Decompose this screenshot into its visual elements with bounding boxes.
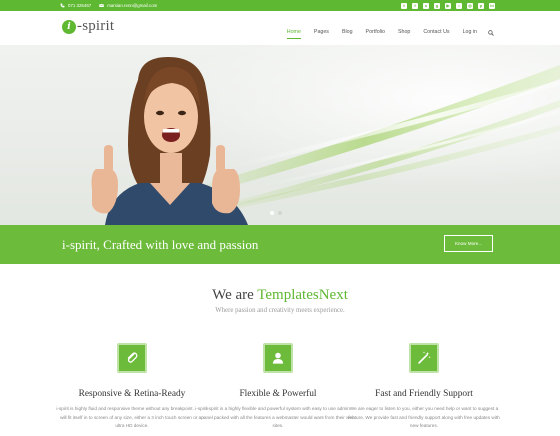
- nav-item-pages[interactable]: Pages: [314, 29, 329, 35]
- page: 071 325467 marsian.renn@gmail.com t f s …: [0, 0, 560, 436]
- nav-item-shop[interactable]: Shop: [398, 29, 410, 35]
- feature-title: Fast and Friendly Support: [375, 389, 473, 399]
- flickr-icon[interactable]: •: [456, 2, 462, 9]
- slider-dot-2[interactable]: [278, 211, 282, 215]
- social-links: t f s g ▶ • ◎ p in: [396, 2, 495, 9]
- google-plus-icon[interactable]: g: [434, 2, 440, 9]
- slider-dots: [268, 211, 284, 215]
- intro-title-prefix: We are: [212, 287, 258, 303]
- feature-description: i-spirit is highly fluid and responsive …: [56, 406, 208, 429]
- nav-item-contact-us[interactable]: Contact Us: [423, 29, 449, 35]
- intro-subtitle: Where passion and creativity meets exper…: [215, 307, 345, 314]
- envelope-icon: [99, 3, 105, 7]
- intro-title-brand: TemplatesNext: [257, 287, 348, 303]
- linkedin-icon[interactable]: in: [489, 2, 495, 9]
- intro-title: We are TemplatesNext: [0, 287, 560, 304]
- youtube-icon[interactable]: ▶: [445, 2, 451, 9]
- nav-item-blog[interactable]: Blog: [342, 29, 353, 35]
- user-icon: [272, 352, 284, 364]
- top-bar: 071 325467 marsian.renn@gmail.com t f s …: [0, 0, 560, 11]
- nav-item-portfolio[interactable]: Portfolio: [366, 29, 385, 35]
- search-icon: [488, 30, 494, 36]
- tagline-text: i-spirit, Crafted with love and passion: [62, 237, 259, 252]
- email-contact[interactable]: marsian.renn@gmail.com: [99, 3, 157, 8]
- feature-responsive: Responsive & Retina-Ready i-spirit is hi…: [52, 343, 212, 431]
- feature-description: We are eager to listen to you, either yo…: [348, 406, 500, 429]
- nav-item-home[interactable]: Home: [286, 29, 302, 39]
- magic-wand-icon: [418, 351, 431, 364]
- site-header: i -spirit Home Pages Blog Portfolio Shop…: [0, 11, 560, 45]
- feature-description: i-spirit is a highly flexible and powerf…: [201, 406, 355, 429]
- twitter-icon[interactable]: t: [401, 2, 407, 9]
- phone-contact[interactable]: 071 325467: [60, 3, 91, 8]
- phone-number: 071 325467: [68, 3, 92, 8]
- know-more-button[interactable]: Know More...: [444, 235, 493, 252]
- feature-icon-box: [117, 343, 147, 373]
- hero-slider[interactable]: [0, 45, 560, 225]
- slider-dot-1[interactable]: [270, 211, 274, 215]
- feature-flexible: Flexible & Powerful i-spirit is a highly…: [198, 343, 358, 431]
- feature-title: Responsive & Retina-Ready: [78, 389, 186, 399]
- phone-icon: [60, 3, 65, 8]
- feature-title: Flexible & Powerful: [239, 389, 317, 399]
- logo-text: -spirit: [77, 18, 115, 34]
- search-button[interactable]: [488, 23, 494, 41]
- hero-image: [0, 45, 560, 225]
- site-logo[interactable]: i -spirit: [62, 18, 114, 35]
- facebook-icon[interactable]: f: [412, 2, 418, 9]
- paperclip-icon: [127, 352, 138, 363]
- email-address: marsian.renn@gmail.com: [107, 3, 158, 8]
- main-nav: Home Pages Blog Portfolio Shop Contact U…: [274, 23, 494, 41]
- pinterest-icon[interactable]: p: [478, 2, 484, 9]
- skype-icon[interactable]: s: [423, 2, 429, 9]
- tagline-band: i-spirit, Crafted with love and passion …: [0, 225, 560, 264]
- feature-icon-box: [263, 343, 293, 373]
- contact-info: 071 325467 marsian.renn@gmail.com: [60, 3, 165, 8]
- feature-support: Fast and Friendly Support We are eager t…: [344, 343, 504, 431]
- nav-item-log-in[interactable]: Log in: [463, 29, 477, 35]
- logo-mark: i: [62, 19, 76, 34]
- instagram-icon[interactable]: ◎: [467, 2, 473, 9]
- feature-icon-box: [409, 343, 439, 373]
